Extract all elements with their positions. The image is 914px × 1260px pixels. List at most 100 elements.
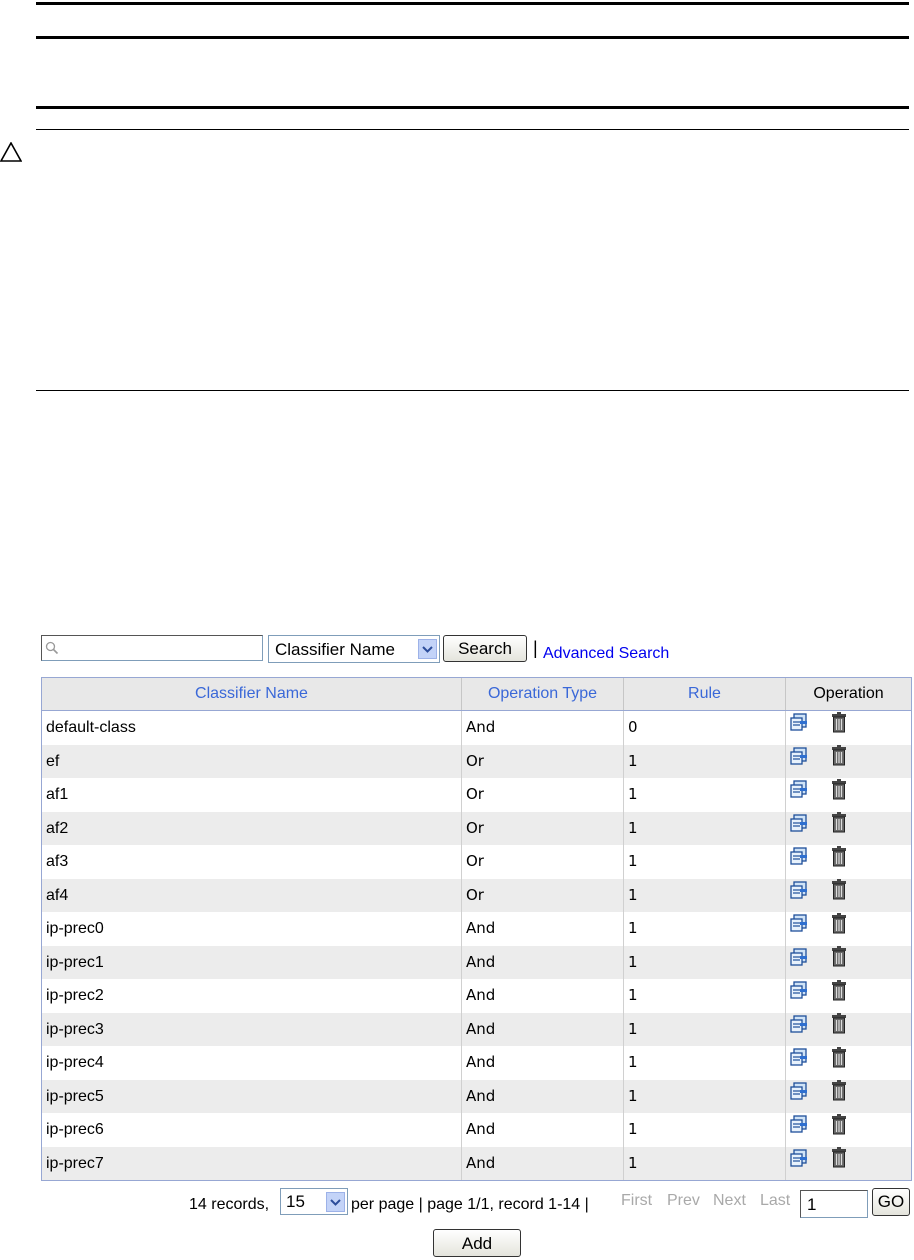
edit-icon[interactable] xyxy=(789,1080,809,1113)
edit-icon[interactable] xyxy=(789,812,809,845)
search-field-value: Classifier Name xyxy=(275,640,395,659)
prev-page-link[interactable]: Prev xyxy=(667,1192,700,1210)
header-rule[interactable]: Rule xyxy=(624,678,786,710)
delete-icon[interactable] xyxy=(831,845,847,879)
cell-rule: 1 xyxy=(624,845,786,879)
table-row: af4 Or 1 xyxy=(42,878,911,912)
page-info: per page | page 1/1, record 1-14 | xyxy=(351,1196,589,1213)
cell-rule: 1 xyxy=(624,979,786,1013)
delete-icon[interactable] xyxy=(831,912,847,946)
cell-operation xyxy=(786,1113,911,1147)
table-header: Classifier Name Operation Type Rule Oper… xyxy=(42,678,911,711)
delete-icon[interactable] xyxy=(831,711,847,745)
cell-rule: 1 xyxy=(624,1012,786,1046)
cell-operation-type: Or xyxy=(462,878,624,912)
cell-operation xyxy=(786,1080,911,1114)
delete-icon[interactable] xyxy=(831,778,847,812)
cell-rule: 1 xyxy=(624,1113,786,1147)
edit-icon[interactable] xyxy=(789,1147,809,1180)
cell-operation-type: And xyxy=(462,945,624,979)
separator: | xyxy=(533,638,538,658)
cell-rule: 1 xyxy=(624,1146,786,1180)
cell-classifier-name: af1 xyxy=(42,778,462,812)
delete-icon[interactable] xyxy=(831,1012,847,1046)
advanced-search-link[interactable]: Advanced Search xyxy=(543,645,669,663)
search-field-select[interactable]: Classifier Name xyxy=(268,635,440,663)
cell-rule: 1 xyxy=(624,811,786,845)
edit-icon[interactable] xyxy=(789,979,809,1012)
header-operation: Operation xyxy=(813,685,884,702)
cell-operation-type: And xyxy=(462,711,624,745)
cell-operation xyxy=(786,946,911,980)
cell-operation-type: And xyxy=(462,1113,624,1147)
edit-icon[interactable] xyxy=(789,711,809,744)
delete-icon[interactable] xyxy=(831,1113,847,1147)
header-operation-type[interactable]: Operation Type xyxy=(462,678,624,710)
cell-classifier-name: ip-prec4 xyxy=(42,1046,462,1080)
table-row: af1 Or 1 xyxy=(42,778,911,812)
cell-operation xyxy=(786,711,911,745)
per-page-value: 15 xyxy=(286,1192,305,1211)
delete-icon[interactable] xyxy=(831,1079,847,1113)
cell-operation xyxy=(786,979,911,1013)
first-page-link[interactable]: First xyxy=(621,1192,652,1210)
edit-icon[interactable] xyxy=(789,745,809,778)
table-row: ip-prec3 And 1 xyxy=(42,1012,911,1047)
search-input[interactable] xyxy=(62,638,262,660)
table-row: af3 Or 1 xyxy=(42,845,911,879)
caution-top-rule xyxy=(36,129,909,130)
search-button[interactable]: Search xyxy=(443,635,527,662)
page-number-box[interactable] xyxy=(800,1190,869,1218)
search-box[interactable] xyxy=(41,635,263,661)
chevron-down-icon[interactable] xyxy=(418,639,437,659)
edit-icon[interactable] xyxy=(789,1013,809,1046)
cell-rule: 1 xyxy=(624,878,786,912)
classifier-table: Classifier Name Operation Type Rule Oper… xyxy=(41,677,912,1181)
per-page-select[interactable]: 15 xyxy=(280,1188,348,1215)
page-number-input[interactable] xyxy=(805,1194,869,1216)
delete-icon[interactable] xyxy=(831,1146,847,1180)
delete-icon[interactable] xyxy=(831,878,847,912)
table-row: ip-prec0 And 1 xyxy=(42,912,911,946)
cell-classifier-name: af3 xyxy=(42,845,462,879)
table-row: af2 Or 1 xyxy=(42,811,911,845)
edit-icon[interactable] xyxy=(789,1113,809,1146)
edit-icon[interactable] xyxy=(789,845,809,878)
next-page-link[interactable]: Next xyxy=(713,1192,746,1210)
cell-rule: 1 xyxy=(624,744,786,778)
delete-icon[interactable] xyxy=(831,979,847,1013)
cell-operation-type: And xyxy=(462,1146,624,1180)
last-page-link[interactable]: Last xyxy=(760,1192,790,1210)
edit-icon[interactable] xyxy=(789,946,809,979)
add-button[interactable]: Add xyxy=(433,1229,521,1257)
edit-icon[interactable] xyxy=(789,879,809,912)
cell-rule: 1 xyxy=(624,1079,786,1113)
edit-icon[interactable] xyxy=(789,912,809,945)
delete-icon[interactable] xyxy=(831,1046,847,1080)
cell-operation xyxy=(786,1046,911,1080)
cell-operation-type: Or xyxy=(462,744,624,778)
cell-classifier-name: ip-prec5 xyxy=(42,1079,462,1113)
cell-operation xyxy=(786,912,911,946)
table-row: ip-prec5 And 1 xyxy=(42,1079,911,1114)
go-button[interactable]: GO xyxy=(872,1188,910,1216)
edit-icon[interactable] xyxy=(789,1046,809,1079)
cell-operation xyxy=(786,778,911,812)
caution-bottom-rule xyxy=(36,390,909,391)
header-bottom-rule xyxy=(36,106,909,109)
cell-operation-type: And xyxy=(462,1012,624,1046)
chevron-down-icon[interactable] xyxy=(326,1192,345,1212)
cell-operation xyxy=(786,845,911,879)
header-classifier-name[interactable]: Classifier Name xyxy=(42,678,462,710)
delete-icon[interactable] xyxy=(831,744,847,778)
cell-operation xyxy=(786,1013,911,1047)
cell-rule: 0 xyxy=(624,711,786,745)
cell-rule: 1 xyxy=(624,912,786,946)
caution-icon xyxy=(0,142,22,162)
table-row: ip-prec1 And 1 xyxy=(42,945,911,980)
delete-icon[interactable] xyxy=(831,811,847,845)
top-rule xyxy=(36,2,909,5)
delete-icon[interactable] xyxy=(831,945,847,979)
cell-operation xyxy=(786,1147,911,1181)
edit-icon[interactable] xyxy=(789,778,809,811)
